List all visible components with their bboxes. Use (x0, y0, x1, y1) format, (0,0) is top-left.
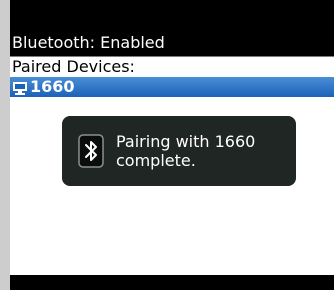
device-screen: Bluetooth: Enabled Paired Devices: 1660 … (10, 0, 334, 290)
pairing-toast: Pairing with 1660 complete. (62, 116, 296, 186)
paired-devices-header-label: Paired Devices: (12, 57, 135, 76)
bluetooth-status: Bluetooth: Enabled (10, 30, 334, 56)
bottom-bar (10, 275, 334, 290)
paired-devices-header: Paired Devices: (10, 57, 334, 77)
computer-icon (12, 80, 28, 95)
paired-device-item-1660[interactable]: 1660 (10, 77, 334, 97)
paired-device-name: 1660 (30, 77, 75, 96)
top-bar (10, 0, 334, 30)
bluetooth-icon (78, 134, 104, 168)
bluetooth-status-label: Bluetooth: Enabled (12, 33, 165, 52)
pairing-toast-message: Pairing with 1660 complete. (116, 132, 256, 170)
